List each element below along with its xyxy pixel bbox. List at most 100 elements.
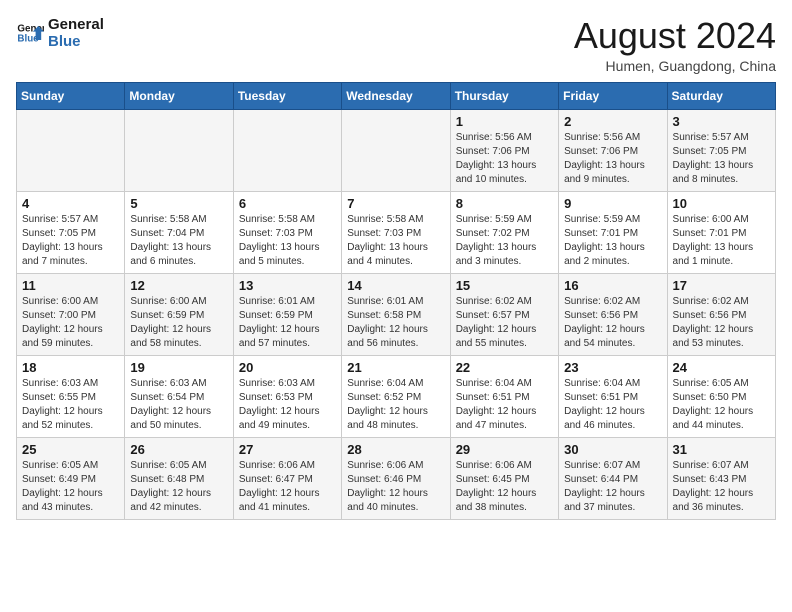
day-number: 11 xyxy=(22,278,119,293)
day-cell: 18 Sunrise: 6:03 AM Sunset: 6:55 PM Dayli… xyxy=(17,355,125,437)
day-cell: 23 Sunrise: 6:04 AM Sunset: 6:51 PM Dayli… xyxy=(559,355,667,437)
week-row-3: 11 Sunrise: 6:00 AM Sunset: 7:00 PM Dayli… xyxy=(17,273,776,355)
day-info: Sunrise: 6:05 AM Sunset: 6:48 PM Dayligh… xyxy=(130,459,227,515)
day-number: 4 xyxy=(22,196,119,211)
day-cell xyxy=(233,109,341,191)
day-number: 31 xyxy=(673,442,770,457)
day-info: Sunrise: 6:03 AM Sunset: 6:55 PM Dayligh… xyxy=(22,377,119,433)
day-cell: 22Sunrise: 6:04 AM Sunset: 6:51 PM Dayli… xyxy=(450,355,558,437)
day-cell: 11 Sunrise: 6:00 AM Sunset: 7:00 PM Dayli… xyxy=(17,273,125,355)
day-number: 7 xyxy=(347,196,444,211)
day-number: 20 xyxy=(239,360,336,375)
day-cell: 20 Sunrise: 6:03 AM Sunset: 6:53 PM Dayli… xyxy=(233,355,341,437)
day-number: 1 xyxy=(456,114,553,129)
week-row-4: 18 Sunrise: 6:03 AM Sunset: 6:55 PM Dayli… xyxy=(17,355,776,437)
day-info: Sunrise: 5:59 AM Sunset: 7:02 PM Dayligh… xyxy=(456,213,553,269)
day-cell: 19Sunrise: 6:03 AM Sunset: 6:54 PM Dayli… xyxy=(125,355,233,437)
header-monday: Monday xyxy=(125,82,233,109)
day-cell: 3 Sunrise: 5:57 AM Sunset: 7:05 PM Daylig… xyxy=(667,109,775,191)
day-number: 18 xyxy=(22,360,119,375)
day-cell: 25 Sunrise: 6:05 AM Sunset: 6:49 PM Dayli… xyxy=(17,437,125,519)
month-year-title: August 2024 xyxy=(574,16,776,56)
header-friday: Friday xyxy=(559,82,667,109)
day-number: 16 xyxy=(564,278,661,293)
day-cell: 9 Sunrise: 5:59 AM Sunset: 7:01 PM Daylig… xyxy=(559,191,667,273)
day-number: 9 xyxy=(564,196,661,211)
day-cell xyxy=(17,109,125,191)
day-info: Sunrise: 6:04 AM Sunset: 6:52 PM Dayligh… xyxy=(347,377,444,433)
day-info: Sunrise: 5:56 AM Sunset: 7:06 PM Dayligh… xyxy=(564,131,661,187)
header-saturday: Saturday xyxy=(667,82,775,109)
page-header: General Blue General Blue August 2024 Hu… xyxy=(16,16,776,74)
header-tuesday: Tuesday xyxy=(233,82,341,109)
day-cell: 2 Sunrise: 5:56 AM Sunset: 7:06 PM Daylig… xyxy=(559,109,667,191)
header-thursday: Thursday xyxy=(450,82,558,109)
day-cell: 21 Sunrise: 6:04 AM Sunset: 6:52 PM Dayli… xyxy=(342,355,450,437)
day-number: 24 xyxy=(673,360,770,375)
day-info: Sunrise: 5:58 AM Sunset: 7:03 PM Dayligh… xyxy=(239,213,336,269)
day-info: Sunrise: 6:01 AM Sunset: 6:59 PM Dayligh… xyxy=(239,295,336,351)
day-cell: 6 Sunrise: 5:58 AM Sunset: 7:03 PM Daylig… xyxy=(233,191,341,273)
day-number: 14 xyxy=(347,278,444,293)
day-number: 2 xyxy=(564,114,661,129)
day-info: Sunrise: 6:03 AM Sunset: 6:53 PM Dayligh… xyxy=(239,377,336,433)
day-cell xyxy=(125,109,233,191)
day-info: Sunrise: 6:06 AM Sunset: 6:45 PM Dayligh… xyxy=(456,459,553,515)
day-number: 22 xyxy=(456,360,553,375)
day-number: 17 xyxy=(673,278,770,293)
day-info: Sunrise: 6:05 AM Sunset: 6:49 PM Dayligh… xyxy=(22,459,119,515)
logo-general: General xyxy=(48,16,104,33)
day-info: Sunrise: 6:06 AM Sunset: 6:47 PM Dayligh… xyxy=(239,459,336,515)
day-cell: 13Sunrise: 6:01 AM Sunset: 6:59 PM Dayli… xyxy=(233,273,341,355)
location-subtitle: Humen, Guangdong, China xyxy=(574,58,776,74)
day-cell: 14 Sunrise: 6:01 AM Sunset: 6:58 PM Dayli… xyxy=(342,273,450,355)
day-number: 6 xyxy=(239,196,336,211)
day-cell xyxy=(342,109,450,191)
day-number: 28 xyxy=(347,442,444,457)
day-number: 5 xyxy=(130,196,227,211)
day-number: 30 xyxy=(564,442,661,457)
day-info: Sunrise: 5:56 AM Sunset: 7:06 PM Dayligh… xyxy=(456,131,553,187)
calendar-header-row: SundayMondayTuesdayWednesdayThursdayFrid… xyxy=(17,82,776,109)
day-number: 15 xyxy=(456,278,553,293)
day-cell: 27 Sunrise: 6:06 AM Sunset: 6:47 PM Dayli… xyxy=(233,437,341,519)
logo-blue: Blue xyxy=(48,33,104,50)
day-info: Sunrise: 6:00 AM Sunset: 7:00 PM Dayligh… xyxy=(22,295,119,351)
logo-icon: General Blue xyxy=(16,19,44,47)
day-cell: 31 Sunrise: 6:07 AM Sunset: 6:43 PM Dayli… xyxy=(667,437,775,519)
day-number: 3 xyxy=(673,114,770,129)
day-info: Sunrise: 6:06 AM Sunset: 6:46 PM Dayligh… xyxy=(347,459,444,515)
day-info: Sunrise: 6:01 AM Sunset: 6:58 PM Dayligh… xyxy=(347,295,444,351)
day-info: Sunrise: 6:02 AM Sunset: 6:56 PM Dayligh… xyxy=(673,295,770,351)
day-number: 26 xyxy=(130,442,227,457)
day-info: Sunrise: 6:02 AM Sunset: 6:56 PM Dayligh… xyxy=(564,295,661,351)
day-number: 12 xyxy=(130,278,227,293)
day-number: 23 xyxy=(564,360,661,375)
day-cell: 29 Sunrise: 6:06 AM Sunset: 6:45 PM Dayli… xyxy=(450,437,558,519)
day-cell: 4Sunrise: 5:57 AM Sunset: 7:05 PM Daylig… xyxy=(17,191,125,273)
day-number: 27 xyxy=(239,442,336,457)
day-info: Sunrise: 6:04 AM Sunset: 6:51 PM Dayligh… xyxy=(564,377,661,433)
day-info: Sunrise: 6:00 AM Sunset: 7:01 PM Dayligh… xyxy=(673,213,770,269)
day-cell: 8 Sunrise: 5:59 AM Sunset: 7:02 PM Daylig… xyxy=(450,191,558,273)
day-cell: 7Sunrise: 5:58 AM Sunset: 7:03 PM Daylig… xyxy=(342,191,450,273)
day-info: Sunrise: 6:07 AM Sunset: 6:43 PM Dayligh… xyxy=(673,459,770,515)
logo: General Blue General Blue xyxy=(16,16,104,51)
day-cell: 17 Sunrise: 6:02 AM Sunset: 6:56 PM Dayli… xyxy=(667,273,775,355)
day-number: 10 xyxy=(673,196,770,211)
day-number: 8 xyxy=(456,196,553,211)
day-info: Sunrise: 5:58 AM Sunset: 7:04 PM Dayligh… xyxy=(130,213,227,269)
day-info: Sunrise: 6:07 AM Sunset: 6:44 PM Dayligh… xyxy=(564,459,661,515)
day-number: 25 xyxy=(22,442,119,457)
day-info: Sunrise: 5:57 AM Sunset: 7:05 PM Dayligh… xyxy=(673,131,770,187)
day-cell: 16 Sunrise: 6:02 AM Sunset: 6:56 PM Dayli… xyxy=(559,273,667,355)
week-row-5: 25 Sunrise: 6:05 AM Sunset: 6:49 PM Dayli… xyxy=(17,437,776,519)
calendar-table: SundayMondayTuesdayWednesdayThursdayFrid… xyxy=(16,82,776,520)
title-block: August 2024 Humen, Guangdong, China xyxy=(574,16,776,74)
day-number: 21 xyxy=(347,360,444,375)
day-cell: 28 Sunrise: 6:06 AM Sunset: 6:46 PM Dayli… xyxy=(342,437,450,519)
day-info: Sunrise: 5:59 AM Sunset: 7:01 PM Dayligh… xyxy=(564,213,661,269)
day-number: 29 xyxy=(456,442,553,457)
day-cell: 10 Sunrise: 6:00 AM Sunset: 7:01 PM Dayli… xyxy=(667,191,775,273)
day-info: Sunrise: 6:02 AM Sunset: 6:57 PM Dayligh… xyxy=(456,295,553,351)
